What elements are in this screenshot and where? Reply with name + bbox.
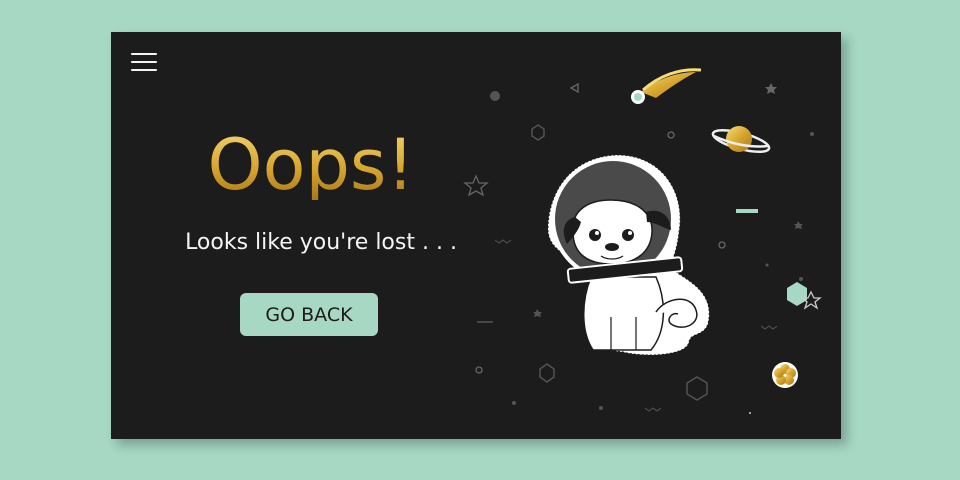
pug-astronaut [547, 154, 710, 356]
mint-dash [736, 209, 758, 213]
comet-icon [631, 68, 702, 104]
flower-icon [772, 362, 798, 388]
mint-hexagon-icon [787, 282, 807, 306]
planet-icon [711, 126, 771, 154]
error-page-panel: Oops! Looks like you're lost . . . GO BA… [111, 32, 841, 439]
space-illustration [463, 68, 822, 414]
